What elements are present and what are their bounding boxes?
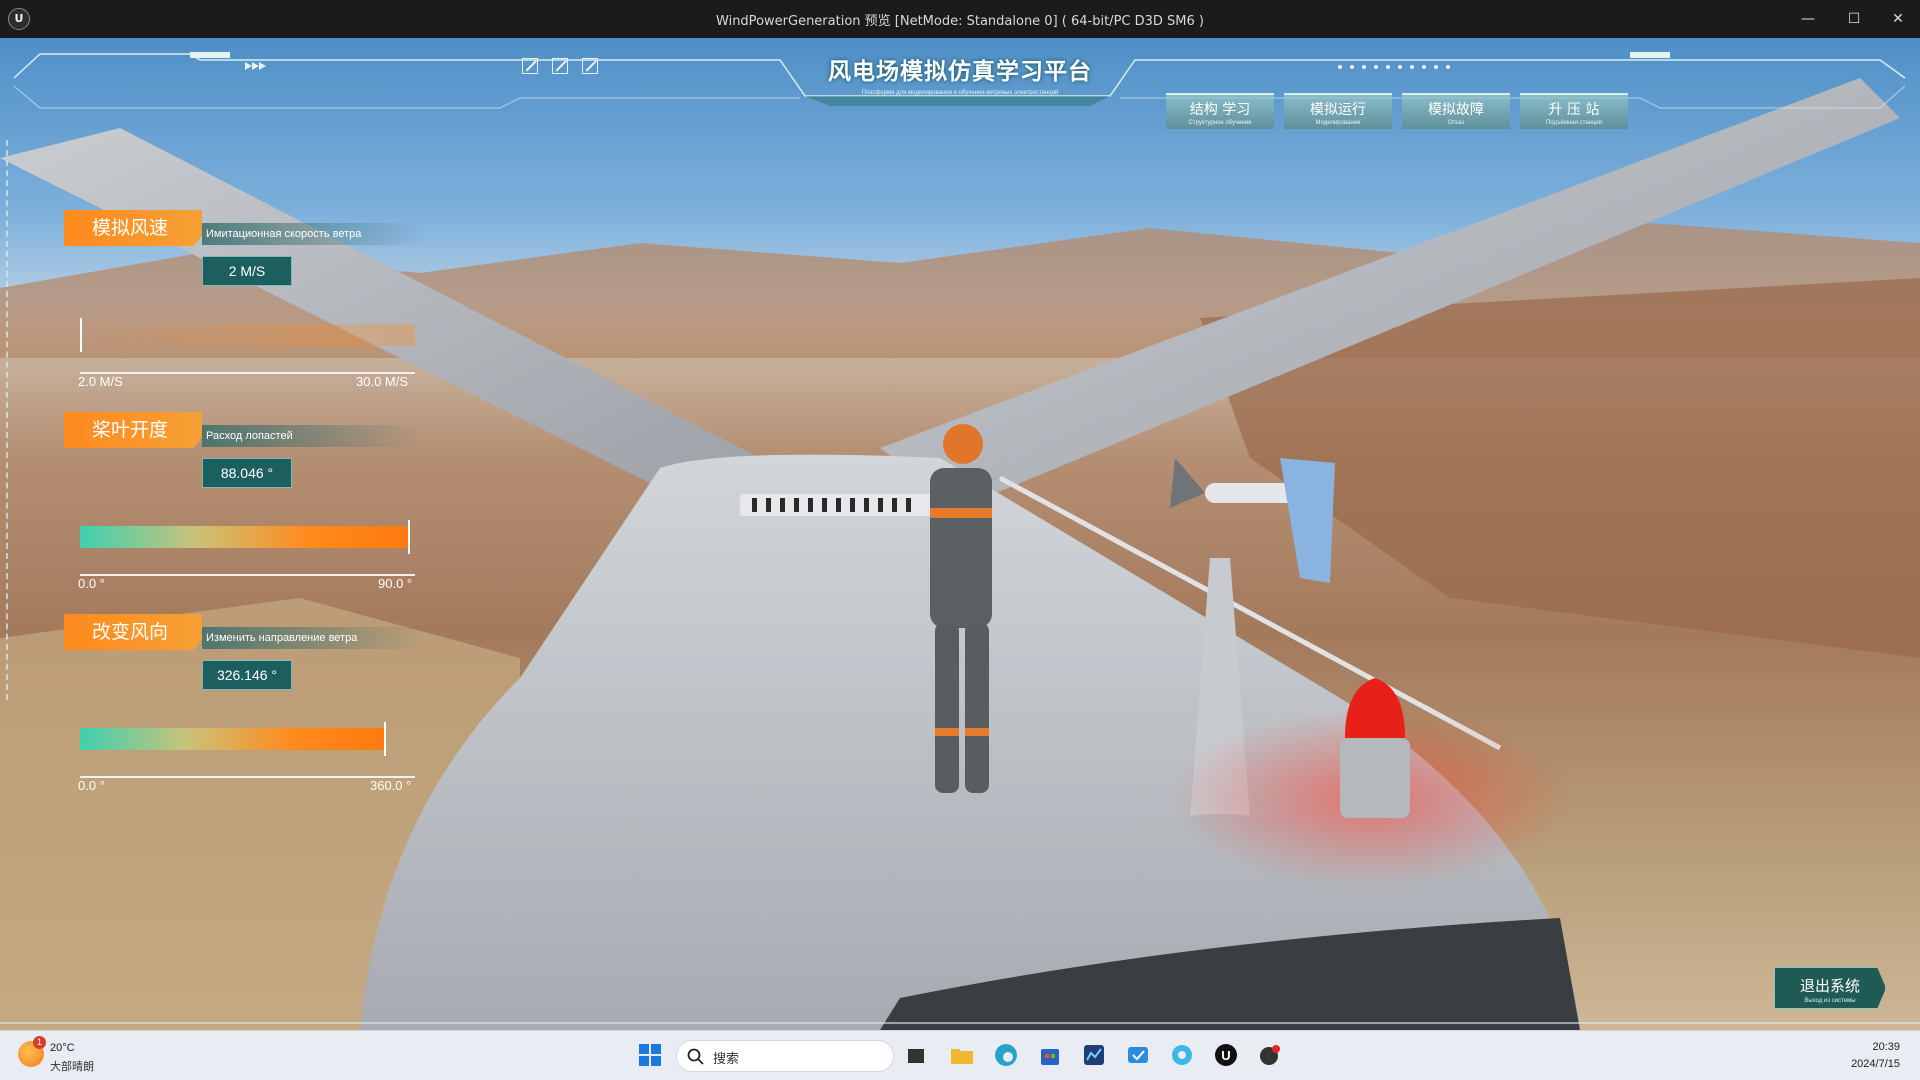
blade-pitch-min-label: 0.0 ° [78, 576, 105, 591]
wind-speed-track-bg [80, 324, 415, 346]
blade-pitch-subtitle: Расход лопастей [202, 425, 422, 447]
blade-pitch-fill [80, 526, 408, 548]
wind-speed-tag: 模拟风速 [64, 210, 202, 246]
taskbar-search-input[interactable]: 搜索 [676, 1040, 894, 1072]
blade-pitch-value: 88.046 ° [202, 458, 292, 488]
wind-speed-handle[interactable] [80, 318, 82, 352]
wind-direction-tag: 改变风向 [64, 614, 202, 650]
platform-subtitle: Платформа для моделирования и обучения в… [861, 90, 1059, 96]
windows-taskbar: 1 20°C 大部晴朗 搜索 U 20:39 2024/7/15 [0, 1030, 1920, 1080]
exit-label: 退出系统 [1799, 977, 1860, 995]
wind-direction-axis [80, 776, 415, 778]
nav-simulate-run-button[interactable]: 模拟运行 Моделирование [1284, 93, 1392, 129]
svg-text:U: U [1221, 1048, 1230, 1063]
wind-speed-subtitle: Имитационная скорость ветра [202, 223, 422, 245]
left-edge-scale [6, 140, 9, 700]
close-button[interactable]: ✕ [1876, 0, 1920, 38]
blade-pitch-slider[interactable] [80, 520, 415, 554]
search-icon [687, 1048, 704, 1065]
app-todo-icon[interactable] [1124, 1041, 1152, 1069]
nav-label: 模拟运行 [1310, 102, 1366, 118]
weather-temperature[interactable]: 20°C [50, 1042, 75, 1054]
wind-direction-handle[interactable] [384, 722, 386, 756]
blade-pitch-max-label: 90.0 ° [378, 576, 413, 591]
app-chat-icon[interactable] [1168, 1041, 1196, 1069]
wind-direction-fill [80, 728, 384, 750]
wind-direction-slider[interactable] [80, 722, 415, 756]
window-titlebar: U WindPowerGeneration 预览 [NetMode: Stand… [0, 0, 1920, 38]
wind-speed-min-label: 2.0 M/S [78, 374, 123, 389]
nav-label: 模拟故障 [1428, 102, 1484, 118]
windows-start-icon[interactable] [636, 1041, 664, 1069]
platform-title: 风电场模拟仿真学习平台 [828, 59, 1092, 85]
nav-sublabel: Подъёмная станция [1545, 120, 1603, 126]
nav-sublabel: Структурное обучение [1188, 120, 1252, 126]
wind-speed-value: 2 M/S [202, 256, 292, 286]
minimize-button[interactable]: — [1786, 0, 1830, 38]
task-view-icon[interactable] [902, 1041, 930, 1069]
search-placeholder: 搜索 [713, 1052, 740, 1067]
nav-sublabel: Отказ [1447, 120, 1465, 126]
nav-simulate-fault-button[interactable]: 模拟故障 Отказ [1402, 93, 1510, 129]
taskbar-clock-date[interactable]: 2024/7/15 [1851, 1058, 1900, 1070]
hud-toggle-icon-1[interactable] [522, 58, 538, 74]
exit-system-button[interactable]: 退出系统 Выход из системы [1774, 967, 1886, 1009]
nav-structure-learning-button[interactable]: 结构 学习 Структурное обучение [1166, 93, 1274, 129]
app-chart-icon[interactable] [1080, 1041, 1108, 1069]
nav-sublabel: Моделирование [1315, 120, 1361, 126]
wind-direction-max-label: 360.0 ° [370, 778, 412, 793]
unreal-logo-icon: U [8, 8, 30, 30]
window-title: WindPowerGeneration 预览 [NetMode: Standal… [716, 13, 1204, 29]
weather-description[interactable]: 大部晴朗 [50, 1058, 94, 1074]
nav-label: 结构 学习 [1189, 102, 1251, 118]
wind-speed-max-label: 30.0 M/S [356, 374, 409, 389]
edge-browser-icon[interactable] [992, 1041, 1020, 1069]
nacelle-vent [740, 494, 940, 516]
wind-direction-min-label: 0.0 ° [78, 778, 105, 793]
exit-sublabel: Выход из системы [1804, 998, 1856, 1004]
file-explorer-icon[interactable] [948, 1041, 976, 1069]
maximize-button[interactable]: ☐ [1832, 0, 1876, 38]
hud-toggle-icon-3[interactable] [582, 58, 598, 74]
wind-direction-value: 326.146 ° [202, 660, 292, 690]
app-record-icon[interactable] [1256, 1041, 1284, 1069]
nav-substation-button[interactable]: 升 压 站 Подъёмная станция [1520, 93, 1628, 129]
nav-label: 升 压 站 [1548, 102, 1600, 118]
unreal-engine-icon[interactable]: U [1212, 1041, 1240, 1069]
blade-pitch-handle[interactable] [408, 520, 410, 554]
blade-pitch-axis [80, 574, 415, 576]
hud-toggle-icon-2[interactable] [552, 58, 568, 74]
taskbar-clock-time[interactable]: 20:39 [1872, 1041, 1900, 1053]
hud-bottom-line [0, 1022, 1920, 1024]
microsoft-store-icon[interactable] [1036, 1041, 1064, 1069]
blade-pitch-tag: 桨叶开度 [64, 412, 202, 448]
wind-direction-subtitle: Изменить направление ветра [202, 627, 422, 649]
wind-speed-slider[interactable] [80, 318, 415, 352]
notification-badge: 1 [33, 1036, 46, 1049]
